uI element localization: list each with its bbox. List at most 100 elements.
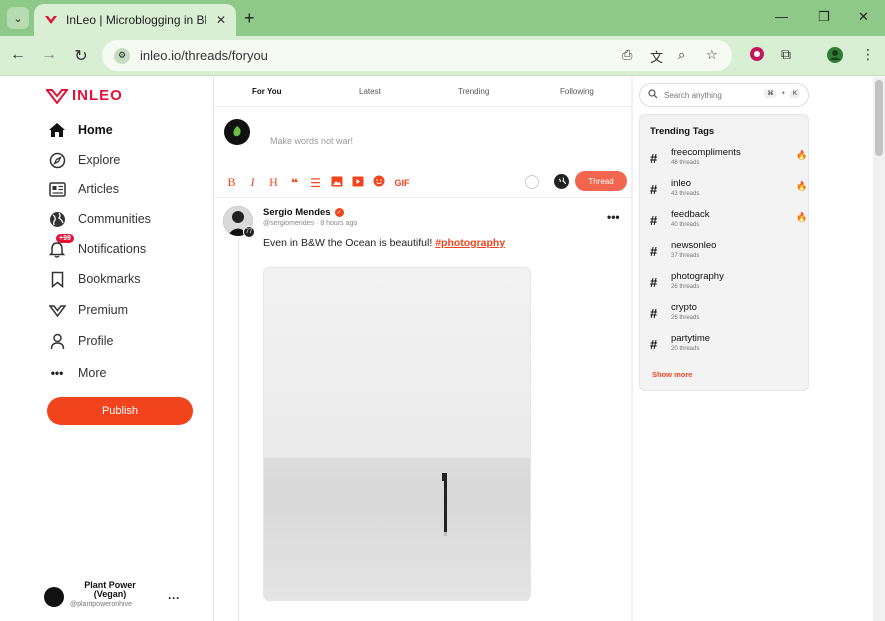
shortcut-k: K <box>789 89 800 98</box>
tag-count: 26 threads <box>671 315 700 321</box>
tag-name: partytime <box>671 333 711 344</box>
tab-trending[interactable]: Trending <box>458 87 489 96</box>
search-input[interactable]: Search anything <box>664 91 722 100</box>
post-options-icon[interactable]: ••• <box>607 210 620 224</box>
account-switcher[interactable]: Plant Power (Vegan) @plantpoweronhive ··… <box>44 581 194 615</box>
tab-for-you[interactable]: For You <box>252 87 281 96</box>
nav-profile-label: Profile <box>78 334 114 348</box>
new-tab-button[interactable]: + <box>244 8 255 29</box>
zoom-icon[interactable]: ⌕ <box>678 47 685 63</box>
nav-explore[interactable]: Explore <box>48 149 120 171</box>
extensions-puzzle-icon[interactable]: ⧉ <box>781 46 791 63</box>
account-handle: @plantpoweronhive <box>70 601 132 608</box>
nav-bookmarks-label: Bookmarks <box>78 272 141 286</box>
home-icon <box>48 121 66 139</box>
hashtag-link[interactable]: #photography <box>435 237 505 249</box>
tag-name: newsonleo <box>671 240 717 251</box>
post-author[interactable]: Sergio Mendes ✓ <box>263 207 344 218</box>
restore-icon[interactable]: ❐ <box>818 9 830 25</box>
hash-icon: # <box>650 151 658 166</box>
nav-more[interactable]: ••• More <box>48 362 107 384</box>
account-options-icon[interactable]: ··· <box>168 591 180 605</box>
translate-icon[interactable]: 文 <box>650 47 663 66</box>
video-icon[interactable] <box>351 176 364 190</box>
address-bar[interactable]: ⚙ inleo.io/threads/foryou ⎙ 文 ⌕ ☆ <box>102 40 732 71</box>
language-globe-icon[interactable] <box>554 174 569 189</box>
search-icon <box>648 86 658 104</box>
divider <box>215 197 631 198</box>
tag-item[interactable]: # crypto 26 threads <box>650 302 800 328</box>
nav-bookmarks[interactable]: Bookmarks <box>48 268 141 290</box>
install-app-icon[interactable]: ⎙ <box>622 47 632 63</box>
heading-icon[interactable]: H <box>267 175 280 190</box>
nav-profile[interactable]: Profile <box>48 330 113 352</box>
leo-logo-icon <box>46 88 68 104</box>
extension-icon[interactable] <box>749 46 765 65</box>
show-more-link[interactable]: Show more <box>652 370 692 379</box>
thread-button[interactable]: Thread <box>575 171 627 191</box>
tag-item[interactable]: # newsonleo 37 threads <box>650 240 800 266</box>
profile-icon[interactable] <box>826 46 844 67</box>
tab-title: InLeo | Microblogging in Blockc <box>66 13 206 27</box>
thread-line <box>238 239 239 621</box>
nav-premium[interactable]: Premium <box>48 299 128 321</box>
browser-tab[interactable]: InLeo | Microblogging in Blockc ✕ <box>34 4 236 36</box>
post-image[interactable] <box>263 267 531 601</box>
nav-premium-label: Premium <box>78 303 129 317</box>
tag-item[interactable]: # photography 26 threads <box>650 271 800 297</box>
shortcut-plus: + <box>781 90 785 97</box>
quote-icon[interactable]: ❝ <box>288 176 301 190</box>
forward-button[interactable]: → <box>39 46 59 64</box>
composer-input[interactable]: Make words not war! <box>270 136 353 146</box>
bell-icon: +99 <box>48 234 74 258</box>
char-counter-icon <box>525 175 539 189</box>
post-meta: @sergiomendes · 8 hours ago <box>263 220 358 227</box>
browser-toolbar: ← → ↻ ⚙ inleo.io/threads/foryou ⎙ 文 ⌕ ☆ … <box>0 36 885 76</box>
bold-icon[interactable]: B <box>225 175 238 190</box>
url-text: inleo.io/threads/foryou <box>140 48 268 63</box>
back-button[interactable]: ← <box>8 46 28 64</box>
tag-count: 20 threads <box>671 346 700 352</box>
list-icon[interactable]: ☰ <box>309 176 322 190</box>
close-tab-icon[interactable]: ✕ <box>216 13 226 27</box>
page-scrollbar[interactable] <box>873 77 885 621</box>
minimize-icon[interactable]: — <box>775 9 788 24</box>
publish-button[interactable]: Publish <box>47 397 193 425</box>
nav-home[interactable]: Home <box>48 119 113 141</box>
tab-search-button[interactable]: ⌄ <box>7 7 29 29</box>
bookmark-star-icon[interactable]: ☆ <box>706 47 718 63</box>
site-info-icon[interactable]: ⚙ <box>114 47 130 64</box>
inleo-logo[interactable]: INLEO <box>46 87 123 104</box>
nav-articles[interactable]: Articles <box>48 178 119 200</box>
nav-explore-label: Explore <box>78 153 121 167</box>
fire-icon: 🔥 <box>796 150 808 160</box>
tab-following[interactable]: Following <box>560 87 594 96</box>
post-text: Even in B&W the Ocean is beautiful! #pho… <box>263 237 505 249</box>
tag-item[interactable]: # freecompliments 48 threads 🔥 <box>650 147 807 173</box>
nav-notifications[interactable]: +99 Notifications <box>48 234 146 260</box>
avatar <box>44 587 64 607</box>
post-handle[interactable]: @sergiomendes <box>263 220 314 227</box>
tag-item[interactable]: # feedback 40 threads 🔥 <box>650 209 807 235</box>
nav-home-label: Home <box>78 123 113 137</box>
italic-icon[interactable]: I <box>246 175 259 190</box>
close-window-icon[interactable]: ✕ <box>858 9 869 25</box>
tab-latest[interactable]: Latest <box>359 87 381 96</box>
bookmark-icon <box>48 270 66 288</box>
tag-item[interactable]: # inleo 43 threads 🔥 <box>650 178 807 204</box>
user-icon <box>48 332 66 350</box>
tag-name: feedback <box>671 209 710 220</box>
tag-item[interactable]: # partytime 20 threads <box>650 333 800 359</box>
scrollbar-thumb[interactable] <box>875 80 883 156</box>
reload-button[interactable]: ↻ <box>71 46 91 66</box>
trending-tags-panel: Trending Tags # freecompliments 48 threa… <box>639 114 809 391</box>
browser-menu-icon[interactable]: ⋮ <box>861 46 875 63</box>
format-toolbar: B I H ❝ ☰ GIF <box>225 175 419 190</box>
emoji-icon[interactable] <box>372 175 385 190</box>
image-icon[interactable] <box>330 176 343 190</box>
shortcut-cmd: ⌘ <box>764 89 777 98</box>
nav-communities[interactable]: Communities <box>48 208 151 230</box>
gif-button[interactable]: GIF <box>393 178 411 188</box>
search-box[interactable]: Search anything ⌘ + K <box>639 83 809 107</box>
hash-icon: # <box>650 275 658 290</box>
